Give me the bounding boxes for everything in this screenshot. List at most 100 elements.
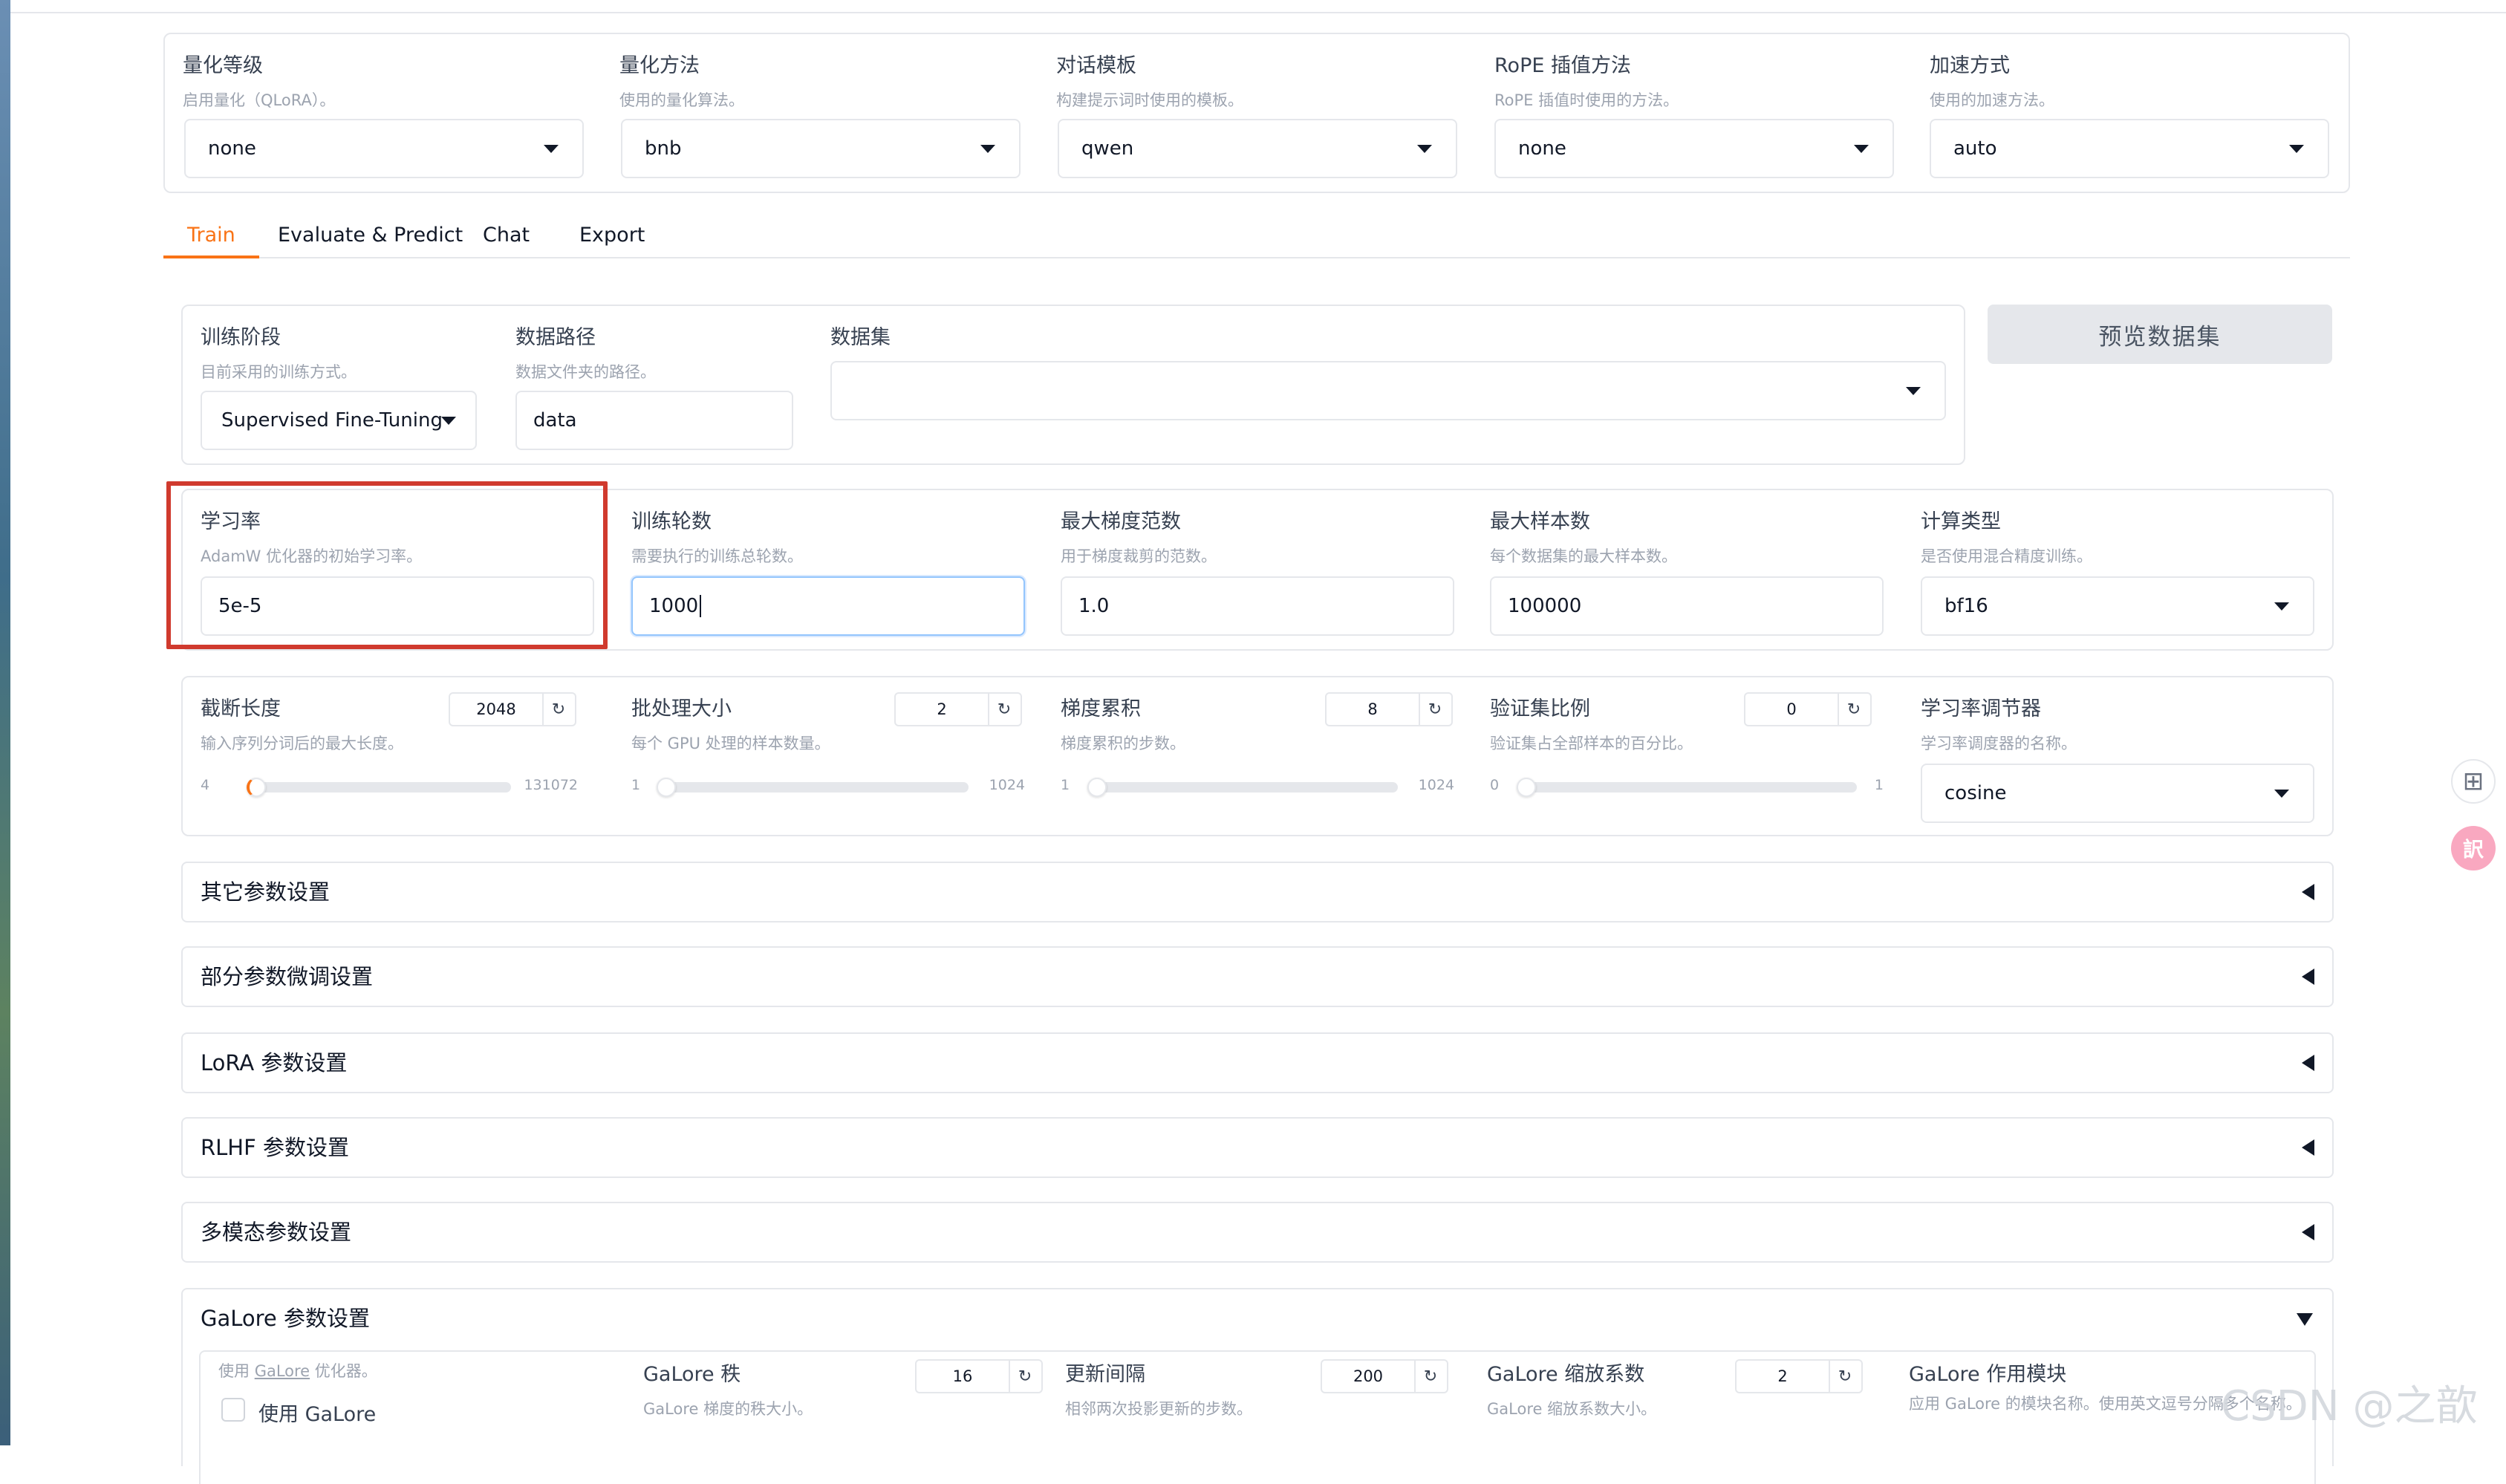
galore-rank-field: GaLore 秩 GaLore 梯度的秩大小。 [643, 1358, 813, 1419]
galore-scale-field: GaLore 缩放系数 GaLore 缩放系数大小。 [1487, 1358, 1656, 1419]
main-tabs: Train Evaluate & Predict Chat Export [163, 217, 2350, 258]
galore-scale-number[interactable]: 2 ↻ [1735, 1359, 1863, 1393]
field-info: 构建提示词时使用的模板。 [1056, 91, 1243, 109]
field-label: 最大梯度范数 [1061, 510, 1181, 533]
galore-inner-card: 使用 GaLore 优化器。 使用 GaLore GaLore 秩 GaLore… [199, 1350, 2316, 1484]
slider-thumb[interactable] [247, 778, 266, 797]
highlight-box [166, 481, 608, 649]
dataset-dir-input[interactable]: data [515, 391, 793, 450]
grad-accum-slider[interactable]: 1 1024 [1061, 771, 1454, 804]
number-value: 200 [1322, 1361, 1416, 1392]
quantization-bit-dropdown[interactable]: none [184, 119, 584, 178]
val-size-slider[interactable]: 0 1 [1490, 771, 1884, 804]
slider-track[interactable] [658, 782, 969, 793]
lr-scheduler-dropdown[interactable]: cosine [1921, 764, 2314, 823]
tab-evaluate-predict[interactable]: Evaluate & Predict [254, 217, 486, 258]
field-label: 数据集 [830, 326, 891, 349]
dropdown-value: auto [1953, 137, 1997, 160]
val-size-number[interactable]: 0 ↻ [1744, 692, 1872, 726]
use-galore-checkbox[interactable] [221, 1398, 245, 1422]
chat-template-dropdown[interactable]: qwen [1058, 119, 1457, 178]
reset-icon[interactable]: ↻ [1838, 694, 1870, 725]
field-info: RoPE 插值时使用的方法。 [1494, 91, 1679, 109]
number-value: 2048 [450, 694, 544, 725]
caret-left-icon [2302, 1224, 2314, 1240]
dropdown-value: none [208, 137, 256, 160]
galore-rank-number[interactable]: 16 ↻ [915, 1359, 1043, 1393]
accordion-other-settings[interactable]: 其它参数设置 [181, 862, 2334, 922]
field-label: 梯度累积 [1061, 697, 1141, 720]
cutoff-len-number[interactable]: 2048 ↻ [449, 692, 576, 726]
info-text: 优化器。 [310, 1362, 377, 1380]
slider-track[interactable] [253, 782, 511, 793]
field-info: 使用的量化算法。 [619, 91, 744, 109]
reset-icon[interactable]: ↻ [1009, 1361, 1041, 1392]
slider-track[interactable] [1517, 782, 1857, 793]
rope-scaling-field: RoPE 插值方法 RoPE 插值时使用的方法。 [1494, 49, 1679, 111]
field-label: 计算类型 [1921, 510, 2001, 533]
slider-track[interactable] [1087, 782, 1398, 793]
reset-icon[interactable]: ↻ [1414, 1361, 1447, 1392]
galore-link[interactable]: GaLore [255, 1362, 310, 1380]
field-info: 目前采用的训练方式。 [201, 363, 357, 381]
dataset-dropdown[interactable] [830, 361, 1946, 420]
field-info: 学习率调度器的名称。 [1921, 735, 2077, 752]
accordion-freeze-settings[interactable]: 部分参数微调设置 [181, 946, 2334, 1007]
accordion-galore-settings: GaLore 参数设置 使用 GaLore 优化器。 使用 GaLore GaL… [181, 1288, 2334, 1484]
field-info: 每个数据集的最大样本数。 [1490, 547, 1677, 565]
val-size-field: 验证集比例 验证集占全部样本的百分比。 [1490, 692, 1693, 754]
batch-size-slider[interactable]: 1 1024 [631, 771, 1025, 804]
compute-type-dropdown[interactable]: bf16 [1921, 576, 2314, 636]
slider-min: 1 [1061, 777, 1070, 793]
field-info: 验证集占全部样本的百分比。 [1490, 735, 1693, 752]
galore-update-interval-number[interactable]: 200 ↻ [1321, 1359, 1448, 1393]
quantization-method-field: 量化方法 使用的量化算法。 [619, 49, 744, 111]
tab-export[interactable]: Export [556, 217, 668, 258]
input-value: 100000 [1508, 595, 1582, 617]
caret-left-icon [2302, 969, 2314, 985]
reset-icon[interactable]: ↻ [1419, 694, 1451, 725]
tab-chat[interactable]: Chat [459, 217, 553, 258]
field-info: GaLore 梯度的秩大小。 [643, 1400, 813, 1418]
slider-thumb[interactable] [1087, 778, 1107, 797]
training-stage-dropdown[interactable]: Supervised Fine-Tuning [201, 391, 477, 450]
slider-thumb[interactable] [1517, 778, 1536, 797]
chevron-down-icon [1854, 145, 1869, 153]
booster-dropdown[interactable]: auto [1930, 119, 2329, 178]
quantization-method-dropdown[interactable]: bnb [621, 119, 1021, 178]
preview-dataset-button[interactable]: 预览数据集 [1988, 305, 2332, 364]
accordion-rlhf-settings[interactable]: RLHF 参数设置 [181, 1117, 2334, 1178]
batch-size-field: 批处理大小 每个 GPU 处理的样本数量。 [631, 692, 830, 754]
field-info: GaLore 缩放系数大小。 [1487, 1400, 1657, 1418]
field-info: 输入序列分词后的最大长度。 [201, 735, 403, 752]
field-label: 量化等级 [183, 54, 263, 77]
reset-icon[interactable]: ↻ [1829, 1361, 1861, 1392]
grad-accum-number[interactable]: 8 ↻ [1325, 692, 1453, 726]
chevron-down-icon [1906, 387, 1921, 395]
grid-icon[interactable]: ⊞ [2451, 759, 2496, 804]
accordion-lora-settings[interactable]: LoRA 参数设置 [181, 1032, 2334, 1093]
reset-icon[interactable]: ↻ [988, 694, 1021, 725]
field-info: 每个 GPU 处理的样本数量。 [631, 735, 830, 752]
accordion-multimodal-settings[interactable]: 多模态参数设置 [181, 1202, 2334, 1263]
epochs-input[interactable]: 1000 [631, 576, 1025, 636]
reset-icon[interactable]: ↻ [542, 694, 575, 725]
chevron-down-icon [544, 145, 559, 153]
accordion-galore-header[interactable]: GaLore 参数设置 [183, 1289, 2332, 1347]
batch-size-number[interactable]: 2 ↻ [894, 692, 1022, 726]
field-info: 需要执行的训练总轮数。 [631, 547, 803, 565]
translate-icon[interactable]: 訳 [2451, 826, 2496, 870]
lr-scheduler-field: 学习率调节器 学习率调度器的名称。 [1921, 692, 2077, 754]
caret-left-icon [2302, 1055, 2314, 1071]
max-grad-norm-input[interactable]: 1.0 [1061, 576, 1454, 636]
cutoff-len-slider[interactable]: 4 131072 [201, 771, 578, 804]
field-label: 学习率调节器 [1921, 697, 2041, 720]
slider-min: 1 [631, 777, 641, 793]
max-samples-input[interactable]: 100000 [1490, 576, 1884, 636]
rope-scaling-dropdown[interactable]: none [1494, 119, 1894, 178]
chevron-down-icon [980, 145, 995, 153]
tab-train[interactable]: Train [163, 217, 259, 258]
accordion-title: 其它参数设置 [201, 879, 331, 905]
slider-thumb[interactable] [657, 778, 676, 797]
accordion-title: LoRA 参数设置 [201, 1050, 348, 1075]
